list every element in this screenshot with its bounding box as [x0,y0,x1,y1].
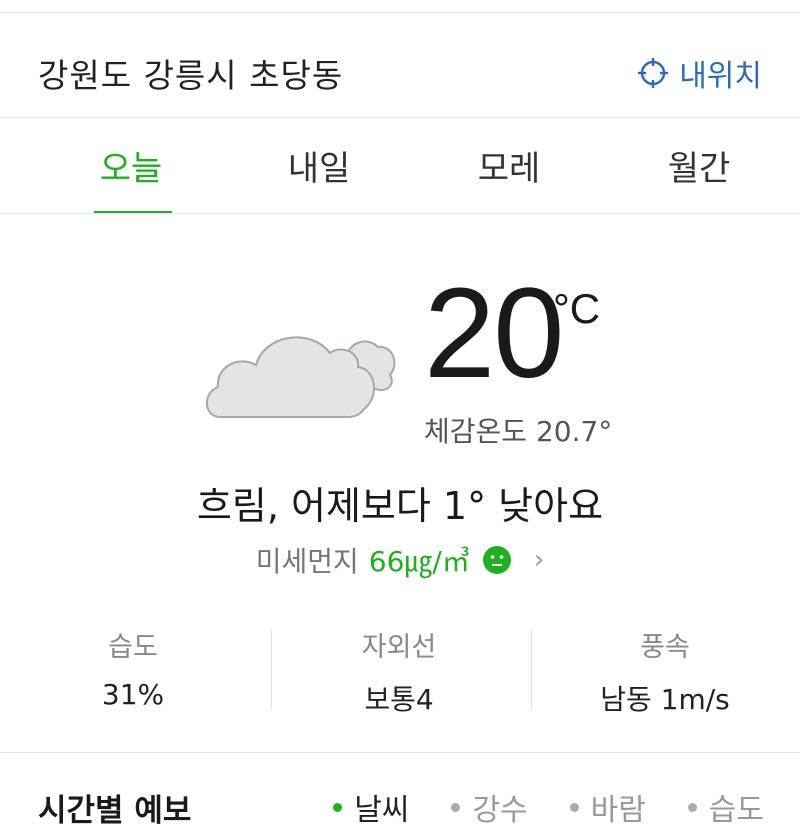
uv-stat: 자외선 보통4 [266,625,532,716]
humidity-value: 31% [101,678,165,711]
uv-value: 보통4 [364,683,434,716]
dot-icon [569,802,579,812]
day-tabs: 오늘 내일 모레 월간 [0,118,800,214]
humidity-stat: 습도 31% [0,625,266,715]
tabs-divider [0,213,800,214]
wind-value: 남동 1m/s [600,683,730,716]
hourly-tab-wind[interactable]: 바람 [569,785,646,829]
fine-dust-value: 66㎍/㎥ [368,545,470,578]
wind-label: 풍속 [640,632,690,663]
feels-like: 체감온도 20.7° [424,415,613,448]
dot-icon [687,802,697,812]
current-temperature: 20 [424,262,564,405]
hourly-tab-label: 강수 [472,793,528,828]
dot-icon [333,802,343,812]
my-location-button[interactable]: 내위치 [637,51,762,95]
location-header: 강원도 강릉시 초당동 내위치 [0,13,800,117]
chevron-right-icon: › [533,545,545,575]
hourly-tab-label: 습도 [708,793,764,828]
tab-tomorrow[interactable]: 내일 [224,118,414,213]
humidity-label: 습도 [108,632,158,663]
hourly-tab-label: 바람 [590,793,646,828]
my-location-label: 내위치 [679,59,762,94]
temperature-unit: °C [553,285,601,332]
tab-day-after[interactable]: 모레 [414,118,604,213]
hourly-forecast-title: 시간별 예보 [38,793,192,829]
hourly-tab-humidity[interactable]: 습도 [687,785,764,829]
hourly-tabs: 날씨 강수 바람 습도 [291,785,764,829]
neutral-face-icon [482,546,511,574]
crosshair-icon [638,58,669,88]
fine-dust-label: 미세먼지 [255,545,359,578]
fine-dust-link[interactable]: 미세먼지 66㎍/㎥ › [0,540,800,580]
weather-stats: 습도 31% 자외선 보통4 풍속 남동 1m/s [0,625,800,716]
weather-summary: 흐림, 어제보다 1° 낮아요 [196,484,604,528]
tab-monthly[interactable]: 월간 [604,118,794,213]
section-divider [0,752,800,753]
cloudy-icon [206,336,396,418]
location-title: 강원도 강릉시 초당동 [38,56,344,95]
hourly-tab-weather[interactable]: 날씨 [333,785,409,829]
wind-stat: 풍속 남동 1m/s [532,625,798,716]
uv-label: 자외선 [361,632,437,663]
tab-today[interactable]: 오늘 [38,118,224,214]
hourly-tab-precipitation[interactable]: 강수 [451,785,528,829]
hourly-tab-label: 날씨 [354,793,410,828]
dot-icon [451,802,461,812]
